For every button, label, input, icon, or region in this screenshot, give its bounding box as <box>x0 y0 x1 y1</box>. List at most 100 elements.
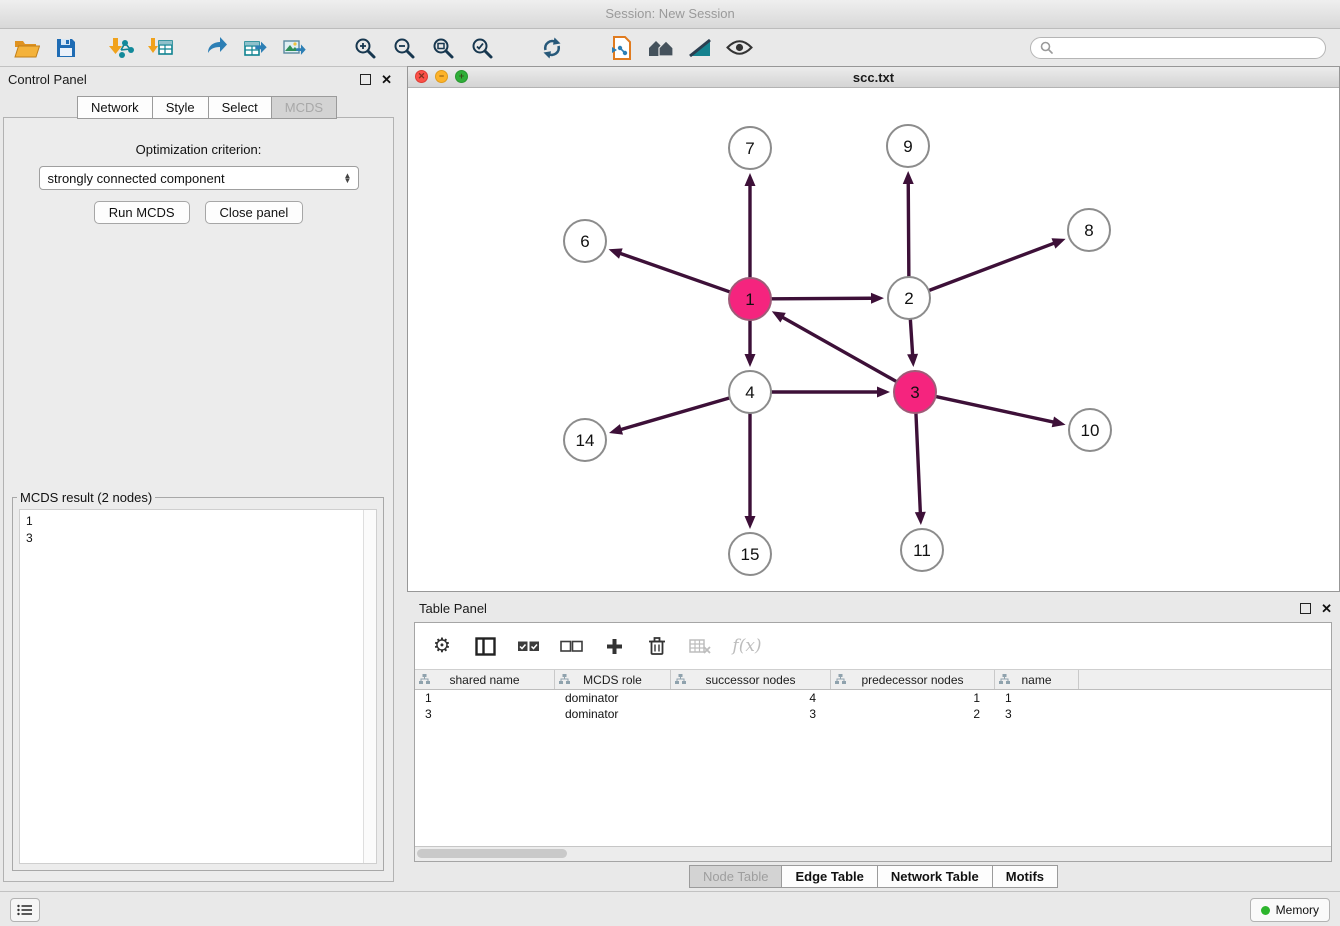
delete-column-button[interactable] <box>644 633 670 659</box>
show-details-button[interactable] <box>722 33 756 63</box>
network-file-button[interactable] <box>605 33 639 63</box>
edge-1-to-6[interactable] <box>609 248 730 291</box>
edge-4-to-3[interactable] <box>772 387 890 398</box>
column-header-name[interactable]: name <box>995 670 1079 689</box>
table-cell[interactable]: 1 <box>995 690 1079 706</box>
export-table-button[interactable] <box>239 33 273 63</box>
node-4[interactable]: 4 <box>729 371 771 413</box>
tab-edge-table[interactable]: Edge Table <box>781 866 876 887</box>
table-row[interactable]: 1dominator411 <box>415 690 1331 706</box>
edge-1-to-7[interactable] <box>745 173 756 277</box>
node-6[interactable]: 6 <box>564 220 606 262</box>
edge-3-to-10[interactable] <box>936 397 1065 428</box>
analyzer-button[interactable] <box>683 33 717 63</box>
column-header-mcds-role[interactable]: MCDS role <box>555 670 671 689</box>
network-graph[interactable]: 7 9 6 8 1 2 4 3 14 10 15 11 <box>408 88 1339 591</box>
table-row[interactable]: 3dominator323 <box>415 706 1331 722</box>
tab-network-table[interactable]: Network Table <box>877 866 992 887</box>
table-cell[interactable]: 1 <box>415 690 555 706</box>
edge-4-to-15[interactable] <box>745 414 756 529</box>
home-button[interactable] <box>644 33 678 63</box>
node-10[interactable]: 10 <box>1069 409 1111 451</box>
control-panel-float-button[interactable] <box>360 74 371 85</box>
search-input[interactable] <box>1058 40 1316 56</box>
optimization-criterion-select[interactable]: strongly connected component ▲▼ <box>39 166 359 190</box>
table-cell[interactable]: dominator <box>555 706 671 722</box>
node-1[interactable]: 1 <box>729 278 771 320</box>
tab-style[interactable]: Style <box>152 97 208 118</box>
memory-button[interactable]: Memory <box>1250 898 1330 922</box>
tab-motifs[interactable]: Motifs <box>992 866 1057 887</box>
search-icon <box>1040 41 1053 54</box>
table-cell[interactable]: 3 <box>415 706 555 722</box>
close-window-button[interactable]: ✕ <box>415 70 428 83</box>
node-11[interactable]: 11 <box>901 529 943 571</box>
table-panel-close-button[interactable]: ✕ <box>1321 602 1332 615</box>
control-panel-close-button[interactable]: ✕ <box>381 73 392 86</box>
node-7[interactable]: 7 <box>729 127 771 169</box>
search-field[interactable] <box>1030 37 1326 59</box>
import-network-button[interactable] <box>105 33 139 63</box>
scrollbar-thumb[interactable] <box>417 849 567 858</box>
edge-1-to-2[interactable] <box>772 293 884 304</box>
table-cell-filler <box>1079 690 1331 706</box>
edge-1-to-4[interactable] <box>745 321 756 367</box>
mcds-result-scrollbar[interactable] <box>363 510 376 863</box>
status-bar: Memory <box>0 891 1340 926</box>
task-history-button[interactable] <box>10 898 40 922</box>
deselect-all-columns-button[interactable] <box>558 633 584 659</box>
save-session-button[interactable] <box>49 33 83 63</box>
node-14[interactable]: 14 <box>564 419 606 461</box>
chevron-up-down-icon: ▲▼ <box>340 173 356 183</box>
tab-network[interactable]: Network <box>78 97 152 118</box>
node-2[interactable]: 2 <box>888 277 930 319</box>
tab-select[interactable]: Select <box>208 97 271 118</box>
edge-4-to-14[interactable] <box>609 398 729 435</box>
column-header-successor-nodes[interactable]: successor nodes <box>671 670 831 689</box>
zoom-fit-button[interactable] <box>426 33 460 63</box>
node-3[interactable]: 3 <box>894 371 936 413</box>
minimize-window-button[interactable]: − <box>435 70 448 83</box>
create-column-button[interactable] <box>601 633 627 659</box>
zoom-in-button[interactable] <box>348 33 382 63</box>
import-table-button[interactable] <box>144 33 178 63</box>
zoom-out-button[interactable] <box>387 33 421 63</box>
tab-node-table[interactable]: Node Table <box>690 866 782 887</box>
network-window-titlebar[interactable]: ✕ − + scc.txt <box>408 67 1339 88</box>
select-all-columns-button[interactable] <box>515 633 541 659</box>
table-cell[interactable]: 1 <box>831 690 995 706</box>
table-cell[interactable]: 3 <box>995 706 1079 722</box>
edge-2-to-8[interactable] <box>930 238 1066 290</box>
table-panel-float-button[interactable] <box>1300 603 1311 614</box>
open-session-button[interactable] <box>10 33 44 63</box>
mcds-result-box[interactable]: 1 3 <box>19 509 377 864</box>
table-cell[interactable]: 3 <box>671 706 831 722</box>
zoom-selected-button[interactable] <box>465 33 499 63</box>
node-9[interactable]: 9 <box>887 125 929 167</box>
edge-2-to-9[interactable] <box>903 171 914 276</box>
delete-table-button[interactable] <box>687 633 713 659</box>
node-15[interactable]: 15 <box>729 533 771 575</box>
edge-2-to-3[interactable] <box>907 320 918 367</box>
table-cell[interactable]: dominator <box>555 690 671 706</box>
svg-text:9: 9 <box>903 137 912 156</box>
edge-3-to-1[interactable] <box>772 311 896 381</box>
maximize-window-button[interactable]: + <box>455 70 468 83</box>
column-header-predecessor-nodes[interactable]: predecessor nodes <box>831 670 995 689</box>
export-network-button[interactable] <box>200 33 234 63</box>
show-columns-button[interactable] <box>472 633 498 659</box>
function-builder-button[interactable]: f(x) <box>730 633 764 659</box>
apply-layout-button[interactable] <box>535 33 569 63</box>
table-cell[interactable]: 2 <box>831 706 995 722</box>
node-8[interactable]: 8 <box>1068 209 1110 251</box>
edge-3-to-11[interactable] <box>915 414 926 525</box>
export-image-button[interactable] <box>278 33 312 63</box>
run-mcds-button[interactable]: Run MCDS <box>94 201 190 224</box>
table-horizontal-scrollbar[interactable] <box>415 846 1331 861</box>
table-cell[interactable]: 4 <box>671 690 831 706</box>
table-settings-button[interactable]: ⚙ <box>429 633 455 659</box>
tab-mcds[interactable]: MCDS <box>271 97 336 118</box>
close-panel-button[interactable]: Close panel <box>205 201 304 224</box>
column-header-shared-name[interactable]: shared name <box>415 670 555 689</box>
network-canvas[interactable]: 7 9 6 8 1 2 4 3 14 10 15 11 <box>408 88 1339 591</box>
